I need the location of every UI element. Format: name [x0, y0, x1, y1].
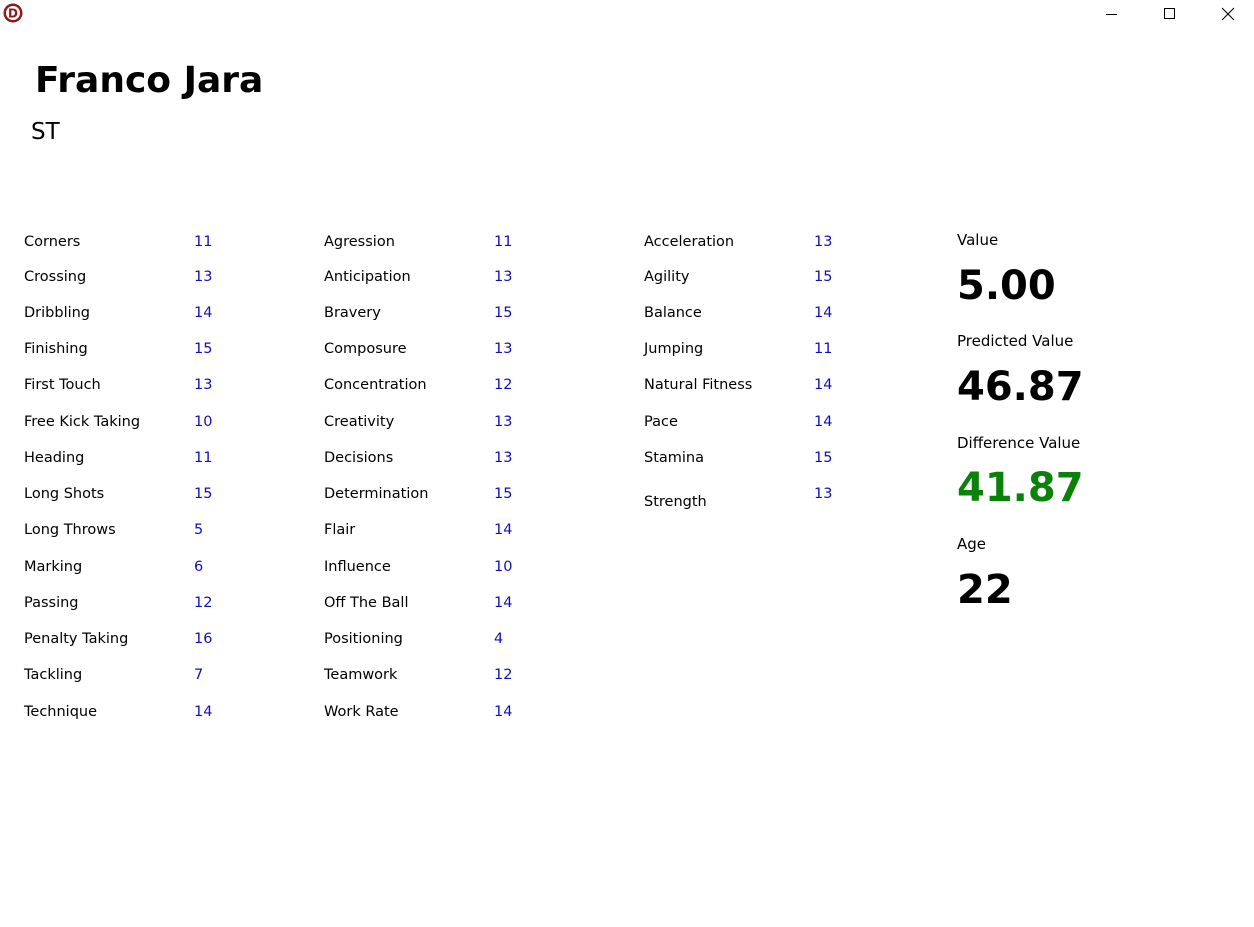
- attr-value: 14: [494, 522, 513, 538]
- attr-value: 13: [194, 377, 213, 393]
- attr-label: Balance: [644, 305, 702, 321]
- attr-value: 14: [194, 704, 213, 720]
- attr-label: Passing: [24, 595, 79, 611]
- attr-label: Acceleration: [644, 234, 735, 250]
- predicted-value-amount: 46.87: [957, 364, 1084, 410]
- attr-value: 15: [494, 486, 513, 502]
- attr-label: Natural Fitness: [644, 377, 753, 393]
- attr-value: 11: [814, 341, 833, 357]
- attr-label: Strength: [644, 494, 707, 510]
- attr-value: 16: [194, 631, 213, 647]
- attr-label: Work Rate: [324, 704, 399, 720]
- attr-label: Positioning: [324, 631, 403, 647]
- attr-label: Anticipation: [324, 269, 411, 285]
- age-value: 22: [957, 567, 1013, 613]
- close-button[interactable]: [1199, 0, 1254, 28]
- attr-label: Stamina: [644, 450, 705, 466]
- attr-value: 7: [194, 667, 204, 683]
- attr-label: Agression: [324, 234, 395, 250]
- attr-label: Long Shots: [24, 486, 105, 502]
- attr-label: Influence: [324, 559, 391, 575]
- attr-value: 15: [194, 486, 213, 502]
- attr-label: Determination: [324, 486, 429, 502]
- attr-value: 14: [194, 305, 213, 321]
- attr-value: 6: [194, 559, 204, 575]
- attr-label: Creativity: [324, 414, 395, 430]
- attr-label: Teamwork: [324, 667, 398, 683]
- maximize-button[interactable]: [1141, 0, 1199, 28]
- predicted-value-label: Predicted Value: [957, 332, 1074, 350]
- attr-value: 12: [494, 377, 513, 393]
- attr-value: 13: [814, 486, 833, 502]
- player-position: ST: [31, 119, 60, 145]
- attr-label: Tackling: [24, 667, 83, 683]
- attr-value: 11: [494, 234, 513, 250]
- attr-value: 12: [494, 667, 513, 683]
- attr-label: Jumping: [644, 341, 704, 357]
- attr-value: 14: [814, 377, 833, 393]
- attr-label: Flair: [324, 522, 356, 538]
- attr-value: 10: [494, 559, 513, 575]
- attr-value: 4: [494, 631, 504, 647]
- app-icon: D: [3, 3, 23, 23]
- player-name: Franco Jara: [35, 60, 264, 101]
- attr-value: 13: [494, 341, 513, 357]
- attr-label: First Touch: [24, 377, 101, 393]
- attr-value: 10: [194, 414, 213, 430]
- close-icon: [1221, 7, 1235, 21]
- attr-value: 13: [814, 234, 833, 250]
- attr-label: Corners: [24, 234, 81, 250]
- attr-label: Free Kick Taking: [24, 414, 141, 430]
- difference-value-label: Difference Value: [957, 434, 1081, 452]
- attr-label: Marking: [24, 559, 83, 575]
- value-amount: 5.00: [957, 263, 1056, 309]
- attr-value: 15: [814, 450, 833, 466]
- attr-value: 14: [814, 305, 833, 321]
- attr-value: 14: [814, 414, 833, 430]
- attr-value: 13: [494, 414, 513, 430]
- attr-label: Long Throws: [24, 522, 116, 538]
- attr-value: 15: [194, 341, 213, 357]
- attr-label: Concentration: [324, 377, 427, 393]
- attr-value: 14: [494, 595, 513, 611]
- attr-label: Pace: [644, 414, 678, 430]
- attr-value: 11: [194, 450, 213, 466]
- attr-value: 13: [194, 269, 213, 285]
- attr-label: Heading: [24, 450, 85, 466]
- attr-value: 13: [494, 269, 513, 285]
- attr-label: Bravery: [324, 305, 381, 321]
- attr-label: Finishing: [24, 341, 88, 357]
- minimize-icon: [1106, 14, 1117, 15]
- attr-label: Crossing: [24, 269, 87, 285]
- difference-value-amount: 41.87: [957, 465, 1084, 511]
- minimize-button[interactable]: [1083, 0, 1141, 28]
- attr-label: Penalty Taking: [24, 631, 129, 647]
- attr-value: 13: [494, 450, 513, 466]
- attr-value: 11: [194, 234, 213, 250]
- attr-label: Composure: [324, 341, 407, 357]
- value-label: Value: [957, 231, 999, 249]
- age-label: Age: [957, 535, 987, 553]
- maximize-icon: [1164, 8, 1175, 19]
- attr-value: 12: [194, 595, 213, 611]
- attr-value: 14: [494, 704, 513, 720]
- attr-value: 5: [194, 522, 204, 538]
- attr-label: Decisions: [324, 450, 394, 466]
- attr-value: 15: [814, 269, 833, 285]
- attr-label: Technique: [24, 704, 98, 720]
- attr-label: Agility: [644, 269, 690, 285]
- app-icon-letter: D: [8, 7, 18, 21]
- attr-label: Off The Ball: [324, 595, 409, 611]
- attr-label: Dribbling: [24, 305, 91, 321]
- attr-value: 15: [494, 305, 513, 321]
